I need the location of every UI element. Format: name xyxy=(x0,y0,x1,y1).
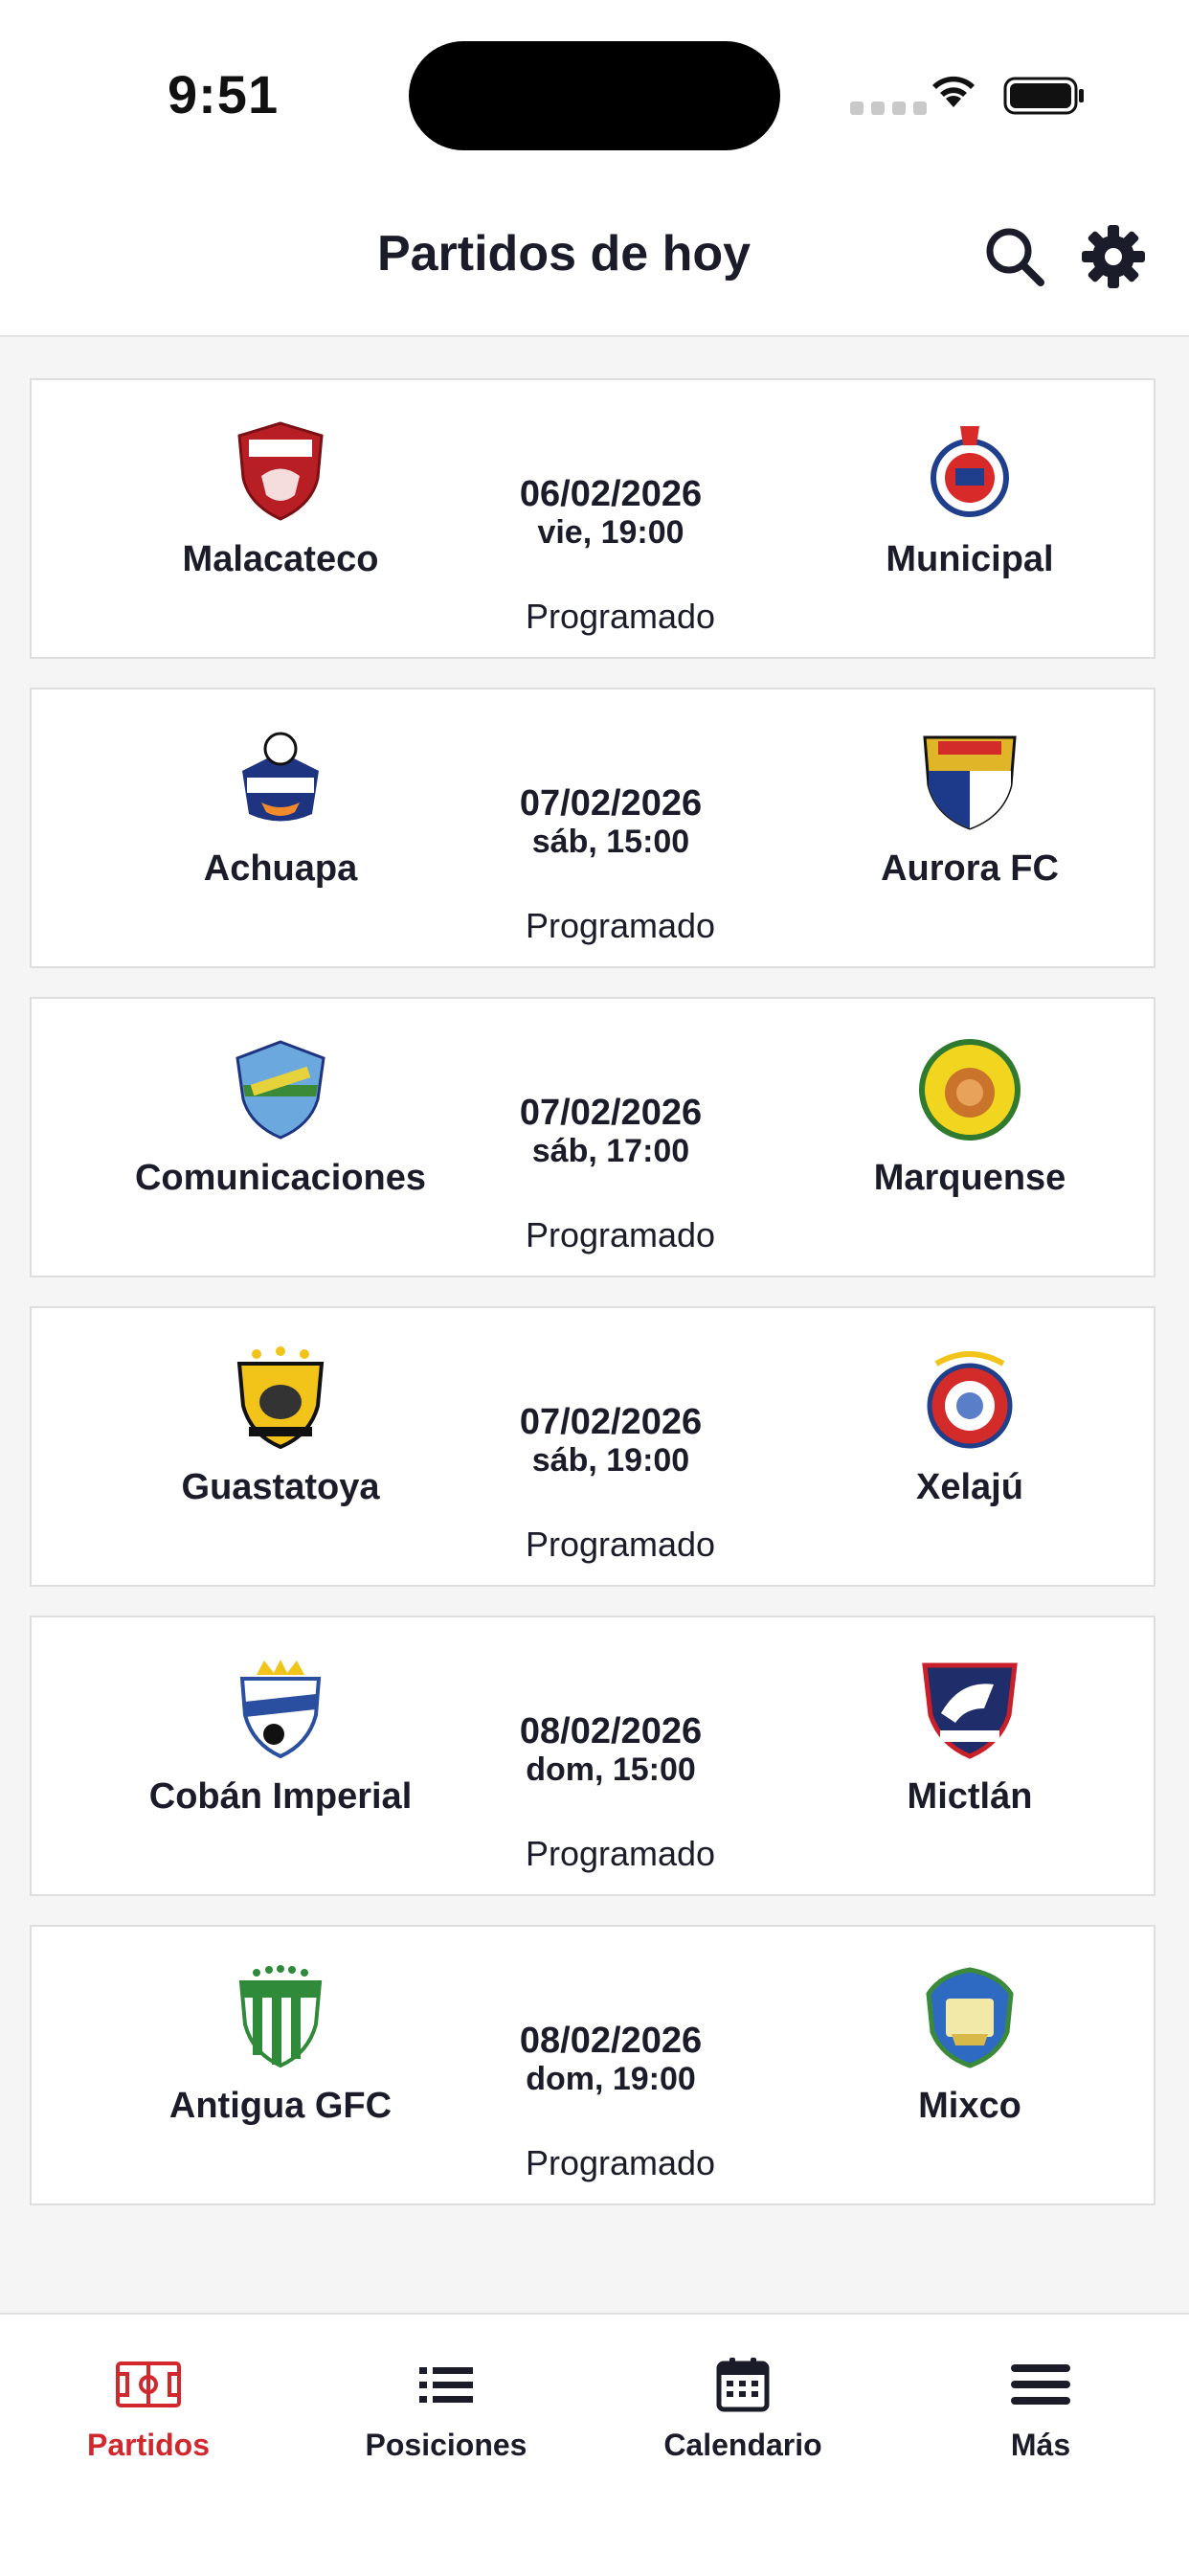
match-card[interactable]: Comunicaciones 07/02/2026 sáb, 17:00 Mar… xyxy=(30,997,1155,1277)
mixco-crest-icon xyxy=(926,1967,1014,2068)
tab-bar: Partidos Posiciones Calendario Más xyxy=(0,2313,1189,2576)
xelaju-crest-icon xyxy=(927,1351,1013,1449)
tab-label: Más xyxy=(1010,2428,1071,2462)
away-team: Marquense xyxy=(778,1037,1161,1199)
away-team-name: Mixco xyxy=(918,2086,1021,2126)
match-status: Programado xyxy=(525,1834,716,1873)
malacateco-crest-icon xyxy=(237,421,324,521)
municipal-crest-icon xyxy=(931,426,1009,517)
page-title: Partidos de hoy xyxy=(376,226,752,282)
match-time: sáb, 19:00 xyxy=(531,1442,690,1479)
tab-label: Posiciones xyxy=(365,2428,527,2462)
achuapa-crest-icon xyxy=(242,732,319,822)
match-card[interactable]: Malacateco 06/02/2026 vie, 19:00 Municip… xyxy=(30,378,1155,659)
guastatoya-crest-icon xyxy=(236,1346,325,1450)
match-card[interactable]: Cobán Imperial 08/02/2026 dom, 15:00 Mic… xyxy=(30,1616,1155,1896)
tab-label: Partidos xyxy=(86,2428,211,2462)
away-team: Mixco xyxy=(778,1965,1161,2127)
match-card[interactable]: Achuapa 07/02/2026 sáb, 15:00 Aurora FC … xyxy=(30,688,1155,968)
away-team: Mictlán xyxy=(778,1656,1161,1818)
search-icon xyxy=(986,228,1044,286)
away-team-name: Aurora FC xyxy=(881,848,1059,889)
away-team: Aurora FC xyxy=(778,728,1161,890)
match-time: sáb, 15:00 xyxy=(531,824,690,860)
match-status: Programado xyxy=(525,1215,716,1254)
field-icon xyxy=(116,2361,181,2407)
cellular-signal-icon xyxy=(850,102,927,115)
tab-posiciones[interactable]: Posiciones xyxy=(303,2353,590,2463)
app-header: Partidos de hoy xyxy=(0,182,1189,337)
mictlan-crest-icon xyxy=(922,1662,1018,1759)
coban-imperial-crest-icon xyxy=(239,1660,322,1759)
match-date: 08/02/2026 xyxy=(519,2021,703,2061)
away-team-name: Marquense xyxy=(873,1158,1066,1198)
tab-label: Calendario xyxy=(663,2428,822,2462)
list-icon xyxy=(419,2367,473,2403)
away-team-name: Municipal xyxy=(886,539,1054,579)
match-status: Programado xyxy=(525,2143,716,2182)
away-team: Xelajú xyxy=(778,1346,1161,1508)
match-date: 07/02/2026 xyxy=(519,783,703,824)
away-team-name: Mictlán xyxy=(907,1776,1033,1817)
antigua-gfc-crest-icon xyxy=(238,1965,323,2068)
tab-calendario[interactable]: Calendario xyxy=(599,2353,886,2463)
status-bar: 9:51 xyxy=(0,0,1189,182)
match-time: dom, 15:00 xyxy=(526,1751,696,1788)
calendar-icon xyxy=(716,2358,770,2412)
tab-partidos[interactable]: Partidos xyxy=(5,2353,292,2463)
gear-icon xyxy=(1082,225,1145,288)
battery-icon xyxy=(1003,77,1084,115)
dynamic-island xyxy=(409,41,780,150)
search-button[interactable] xyxy=(978,220,1051,293)
settings-button[interactable] xyxy=(1077,220,1150,293)
aurora-fc-crest-icon xyxy=(923,735,1017,830)
comunicaciones-crest-icon xyxy=(236,1040,325,1140)
wifi-icon xyxy=(932,76,975,107)
match-status: Programado xyxy=(525,906,716,945)
menu-icon xyxy=(1011,2364,1070,2405)
match-list: Malacateco 06/02/2026 vie, 19:00 Municip… xyxy=(30,378,1159,2234)
marquense-crest-icon xyxy=(919,1039,1021,1141)
match-time: dom, 19:00 xyxy=(526,2061,696,2097)
match-card[interactable]: Antigua GFC 08/02/2026 dom, 19:00 Mixco … xyxy=(30,1925,1155,2205)
status-time: 9:51 xyxy=(168,64,280,124)
match-date: 07/02/2026 xyxy=(519,1093,703,1133)
away-team: Municipal xyxy=(778,418,1161,580)
match-date: 06/02/2026 xyxy=(519,474,703,514)
tab-mas[interactable]: Más xyxy=(897,2353,1184,2463)
match-date: 07/02/2026 xyxy=(519,1402,703,1442)
match-time: sáb, 17:00 xyxy=(531,1133,690,1169)
match-time: vie, 19:00 xyxy=(537,514,684,551)
match-status: Programado xyxy=(525,597,716,636)
away-team-name: Xelajú xyxy=(916,1467,1023,1507)
match-card[interactable]: Guastatoya 07/02/2026 sáb, 19:00 Xelajú … xyxy=(30,1306,1155,1587)
match-status: Programado xyxy=(525,1525,716,1564)
match-date: 08/02/2026 xyxy=(519,1711,703,1751)
